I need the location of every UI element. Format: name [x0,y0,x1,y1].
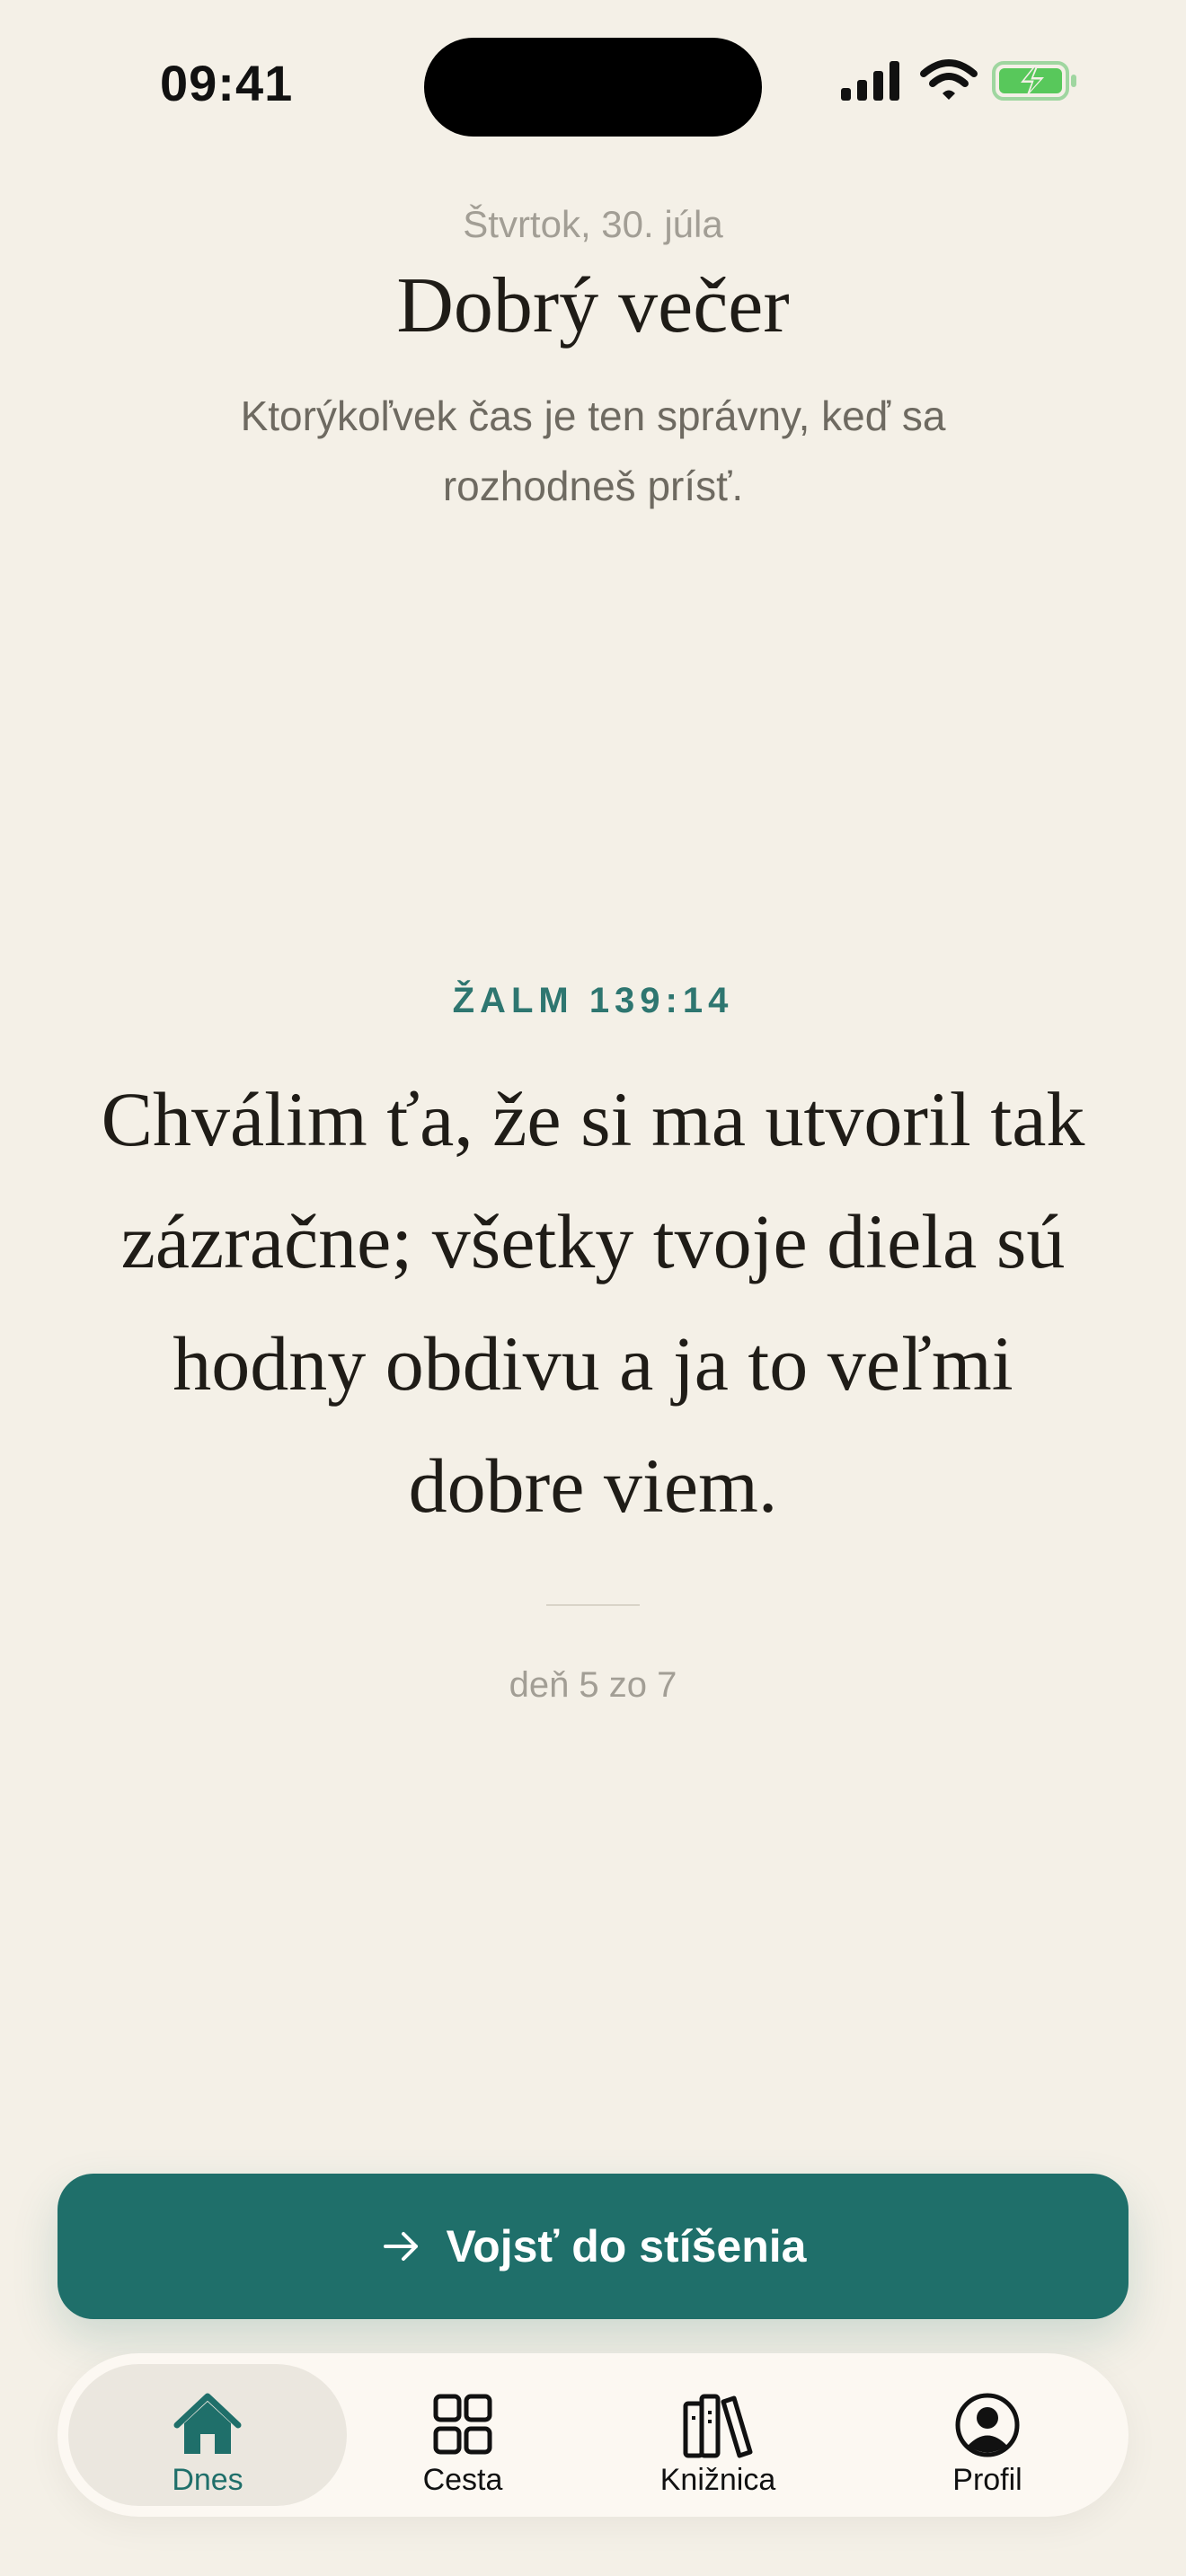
tab-cesta[interactable]: Cesta [350,2364,575,2506]
tab-kniznica[interactable]: Knižnica [588,2364,848,2506]
cellular-signal-icon [841,61,899,101]
dynamic-island [424,38,762,137]
enter-silence-button[interactable]: Vojsť do stíšenia [58,2174,1128,2319]
arrow-right-icon [383,2232,418,2261]
verse-text: Chválim ťa, že si ma utvoril tak zázračn… [101,1076,1085,1529]
profile-icon [955,2393,1020,2457]
battery-charging-icon [992,61,1076,101]
books-icon [683,2394,753,2458]
day-progress-label: deň 5 zo 7 [509,1665,677,1705]
tab-label: Cesta [422,2463,503,2497]
tab-bar: Dnes Cesta Knižnica Profil [58,2353,1128,2517]
enter-silence-label: Vojsť do stíšenia [446,2221,807,2272]
tab-profil[interactable]: Profil [857,2364,1118,2506]
tab-label: Dnes [172,2463,243,2497]
grid-icon [433,2394,492,2455]
wifi-icon [920,59,978,100]
greeting-title: Dobrý večer [396,262,790,349]
tab-dnes[interactable]: Dnes [68,2364,347,2506]
tab-label: Profil [952,2463,1022,2497]
divider [546,1604,640,1606]
tab-label: Knižnica [659,2463,776,2497]
date-label: Štvrtok, 30. júla [463,203,723,245]
greeting-subtitle: Ktorýkoľvek čas je ten správny, keď sa r… [240,393,946,509]
status-bar: 09:41 [0,0,1186,171]
verse-reference: ŽALM 139:14 [452,981,734,1020]
home-icon [173,2393,242,2454]
status-icons [837,59,1080,111]
status-time: 09:41 [160,55,294,111]
